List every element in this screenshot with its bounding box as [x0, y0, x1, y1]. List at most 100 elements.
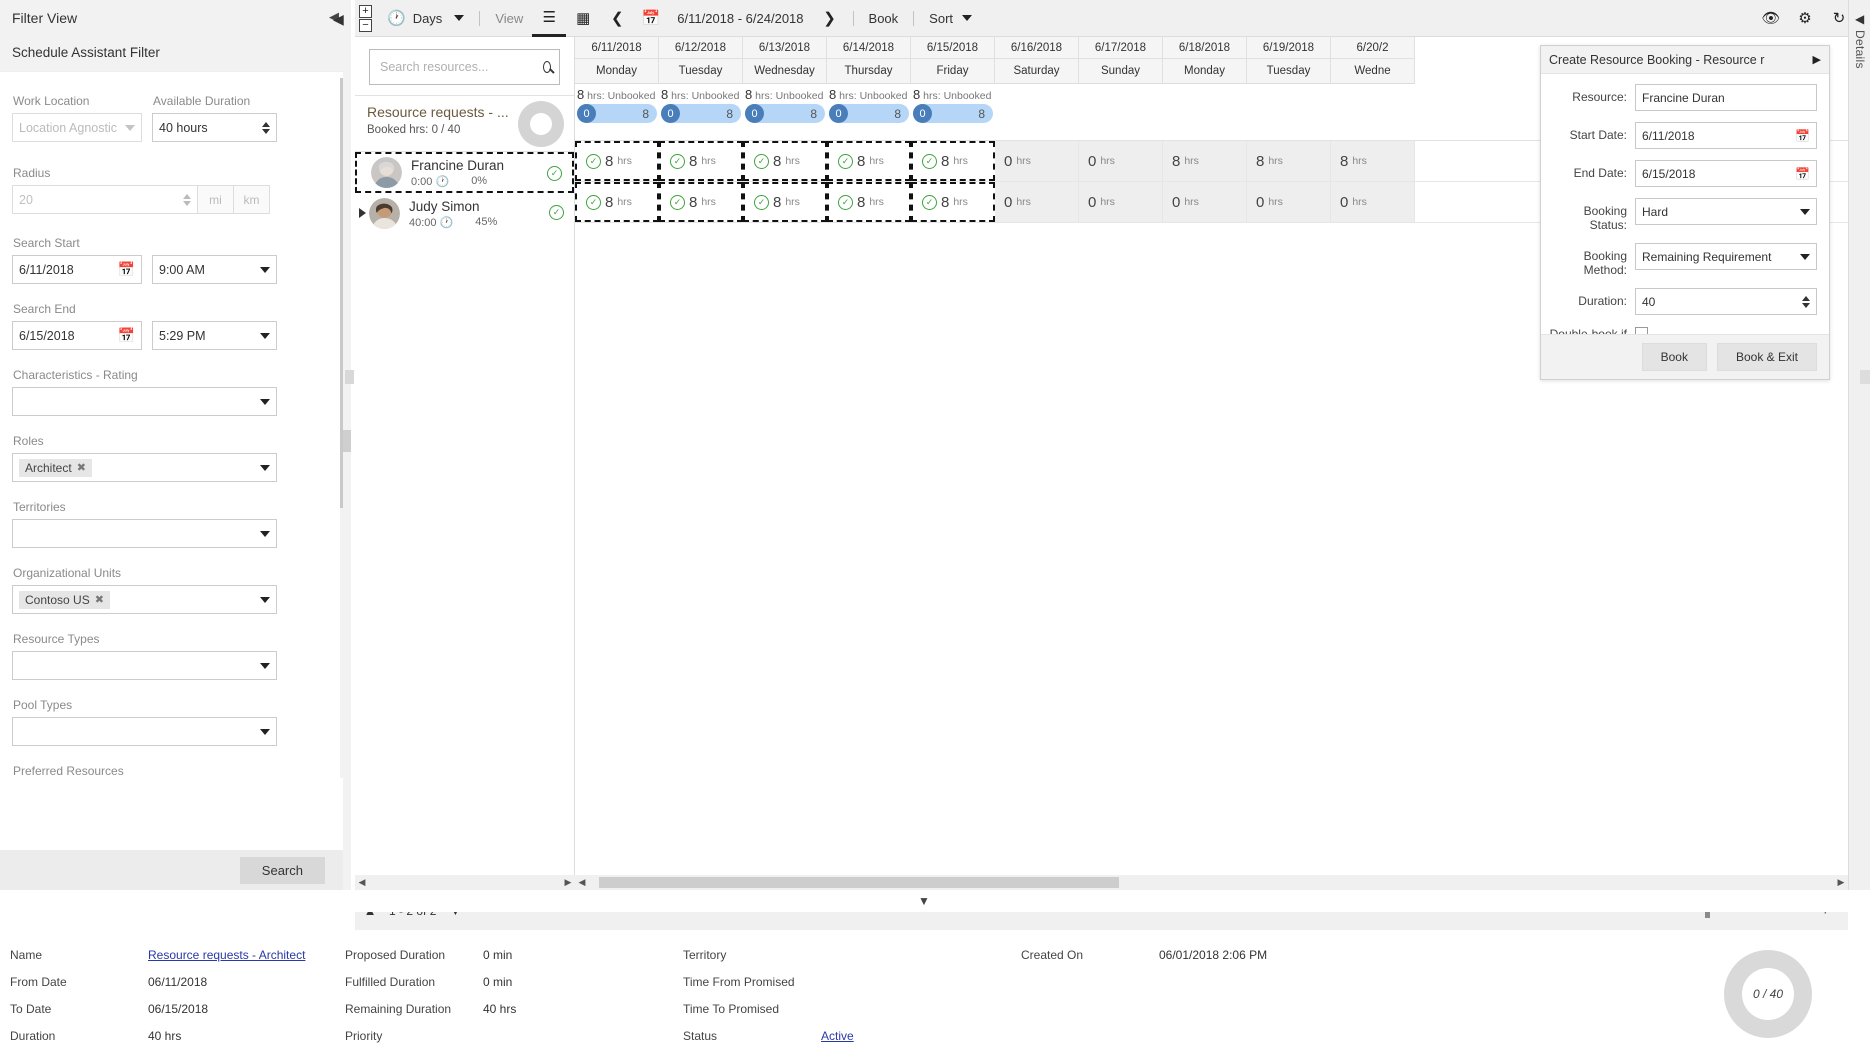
capacity-bar[interactable]: 08 [745, 104, 825, 123]
timeline-slot-available[interactable]: ✓8hrs [743, 141, 827, 181]
right-edge-grip[interactable] [1860, 370, 1870, 384]
booking-method-select[interactable]: Remaining Requirement [1635, 243, 1817, 270]
end-date-field[interactable]: 6/15/2018 📅 [1635, 160, 1817, 187]
resource-field[interactable]: Francine Duran [1635, 84, 1817, 111]
available-duration-stepper[interactable]: 40 hours [152, 113, 277, 142]
timeline-hscrollbar[interactable]: ◀ ▶ [575, 875, 1848, 890]
calendar-icon[interactable]: 📅 [118, 327, 135, 344]
resource-row-judy-simon[interactable]: Judy Simon 40:00 🕐 45% ✓ [355, 193, 574, 234]
detail-field-value[interactable]: Resource requests - Architect [148, 948, 305, 962]
list-view-icon[interactable]: ☰ [532, 0, 566, 37]
timeline-slot-available[interactable]: ✓8hrs [743, 182, 827, 222]
booking-status-select[interactable]: Hard [1635, 198, 1817, 225]
timeline-slot[interactable]: 8hrs [1331, 141, 1415, 181]
chevron-left-icon[interactable]: ❮ [600, 0, 634, 37]
chevron-right-icon[interactable]: ▶ [1813, 53, 1821, 66]
duration-stepper[interactable]: 40 [1635, 288, 1817, 315]
timeline-slot[interactable]: 0hrs [995, 182, 1079, 222]
remove-tag-icon[interactable]: ✖ [95, 593, 104, 606]
timeline-slot[interactable]: 0hrs [1247, 182, 1331, 222]
roles-select[interactable]: Architect ✖ [12, 453, 277, 482]
unit-mi-button[interactable]: mi [198, 185, 234, 214]
check-circle-icon[interactable]: ✓ [547, 166, 562, 181]
capacity-bar[interactable]: 08 [913, 104, 993, 123]
capacity-bar[interactable]: 08 [577, 104, 657, 123]
scroll-left-icon[interactable]: ◀ [575, 877, 589, 888]
stepper-arrows-icon[interactable] [1802, 296, 1810, 308]
scroll-right-icon[interactable]: ▶ [561, 877, 575, 888]
collapse-minus-icon[interactable]: − [359, 19, 372, 32]
timeline-slot[interactable]: 0hrs [1079, 182, 1163, 222]
board-collapse-tab[interactable] [345, 370, 354, 384]
expand-row-icon[interactable] [359, 208, 366, 218]
grid-view-icon[interactable]: ▦ [566, 0, 600, 37]
splitter-grip[interactable] [343, 430, 351, 452]
chevron-left-icon[interactable]: ◀ [1855, 12, 1864, 26]
timeline-slot[interactable]: 0hrs [1331, 182, 1415, 222]
resource-column-hscrollbar[interactable]: ◀ ▶ [355, 875, 575, 890]
start-date-field[interactable]: 6/11/2018 📅 [1635, 122, 1817, 149]
search-button[interactable]: Search [240, 857, 325, 884]
resource-request-card[interactable]: Resource requests - ... Booked hrs: 0 / … [355, 95, 574, 152]
detail-field-value[interactable]: Active [821, 1029, 854, 1043]
sort-button[interactable]: Sort [920, 0, 981, 37]
timeline-slot[interactable]: 0hrs [1079, 141, 1163, 181]
calendar-icon[interactable]: 📅 [1795, 129, 1810, 143]
timeline-slot-available[interactable]: ✓8hrs [659, 182, 743, 222]
capacity-bar[interactable]: 08 [661, 104, 741, 123]
stepper-arrows-icon[interactable] [262, 122, 270, 134]
chevron-left-icon[interactable]: ◀ [333, 11, 344, 28]
timeline-slot[interactable]: 0hrs [995, 141, 1079, 181]
timeline-slot[interactable]: 0hrs [1163, 182, 1247, 222]
gear-icon[interactable]: ⚙ [1788, 0, 1822, 37]
unit-km-button[interactable]: km [234, 185, 270, 214]
search-end-time-select[interactable]: 5:29 PM [152, 321, 277, 350]
search-start-time-select[interactable]: 9:00 AM [152, 255, 277, 284]
chevron-down-icon[interactable]: ▼ [918, 894, 930, 908]
expand-plus-icon[interactable]: + [359, 5, 372, 18]
calendar-icon[interactable]: 📅 [118, 261, 135, 278]
scroll-thumb[interactable] [599, 877, 1119, 888]
capacity-bar[interactable]: 08 [829, 104, 909, 123]
book-button[interactable]: Book [1642, 343, 1707, 371]
timeline-slot[interactable]: 8hrs [1163, 141, 1247, 181]
detail-pane-handle[interactable]: ▼ [0, 890, 1848, 912]
stepper-arrows-icon[interactable] [183, 194, 191, 206]
territories-select[interactable] [12, 519, 277, 548]
details-side-tab[interactable]: ◀ Details [1848, 0, 1870, 890]
timeline-slot-available[interactable]: ✓8hrs [911, 141, 995, 181]
eye-icon[interactable]: 👁 [1754, 0, 1788, 37]
timeline-slot[interactable]: 8hrs [1247, 141, 1331, 181]
work-location-select[interactable]: Location Agnostic [12, 113, 142, 142]
calendar-icon[interactable]: 📅 [634, 0, 668, 37]
resource-row-francine-duran[interactable]: Francine Duran 0:00 🕐 0% ✓ [355, 152, 574, 193]
scroll-left-icon[interactable]: ◀ [355, 877, 369, 888]
scroll-track[interactable] [589, 877, 1834, 888]
chevron-right-icon[interactable]: ❯ [813, 0, 847, 37]
book-and-exit-button[interactable]: Book & Exit [1717, 343, 1817, 371]
search-resources-box[interactable] [369, 49, 560, 85]
search-icon[interactable] [543, 61, 551, 73]
roles-tag[interactable]: Architect ✖ [19, 459, 92, 477]
org-units-select[interactable]: Contoso US ✖ [12, 585, 277, 614]
timeline-slot-available[interactable]: ✓8hrs [827, 141, 911, 181]
scroll-track[interactable] [369, 877, 561, 888]
timeline-slot-available[interactable]: ✓8hrs [827, 182, 911, 222]
radius-input[interactable]: 20 [12, 185, 198, 214]
calendar-icon[interactable]: 📅 [1795, 167, 1810, 181]
days-selector[interactable]: 🕐 Days [378, 0, 473, 37]
check-circle-icon[interactable]: ✓ [549, 205, 564, 220]
expand-collapse-icon[interactable]: + − [359, 5, 372, 32]
scroll-right-icon[interactable]: ▶ [1834, 877, 1848, 888]
org-units-tag[interactable]: Contoso US ✖ [19, 591, 110, 609]
timeline-slot-available[interactable]: ✓8hrs [575, 141, 659, 181]
remove-tag-icon[interactable]: ✖ [77, 461, 86, 474]
timeline-slot-available[interactable]: ✓8hrs [911, 182, 995, 222]
search-start-date-input[interactable]: 6/11/2018 📅 [12, 255, 142, 284]
resource-types-select[interactable] [12, 651, 277, 680]
characteristics-select[interactable] [12, 387, 277, 416]
panel-splitter[interactable] [343, 0, 351, 890]
search-input[interactable] [378, 59, 543, 75]
timeline-slot-available[interactable]: ✓8hrs [575, 182, 659, 222]
timeline-slot-available[interactable]: ✓8hrs [659, 141, 743, 181]
